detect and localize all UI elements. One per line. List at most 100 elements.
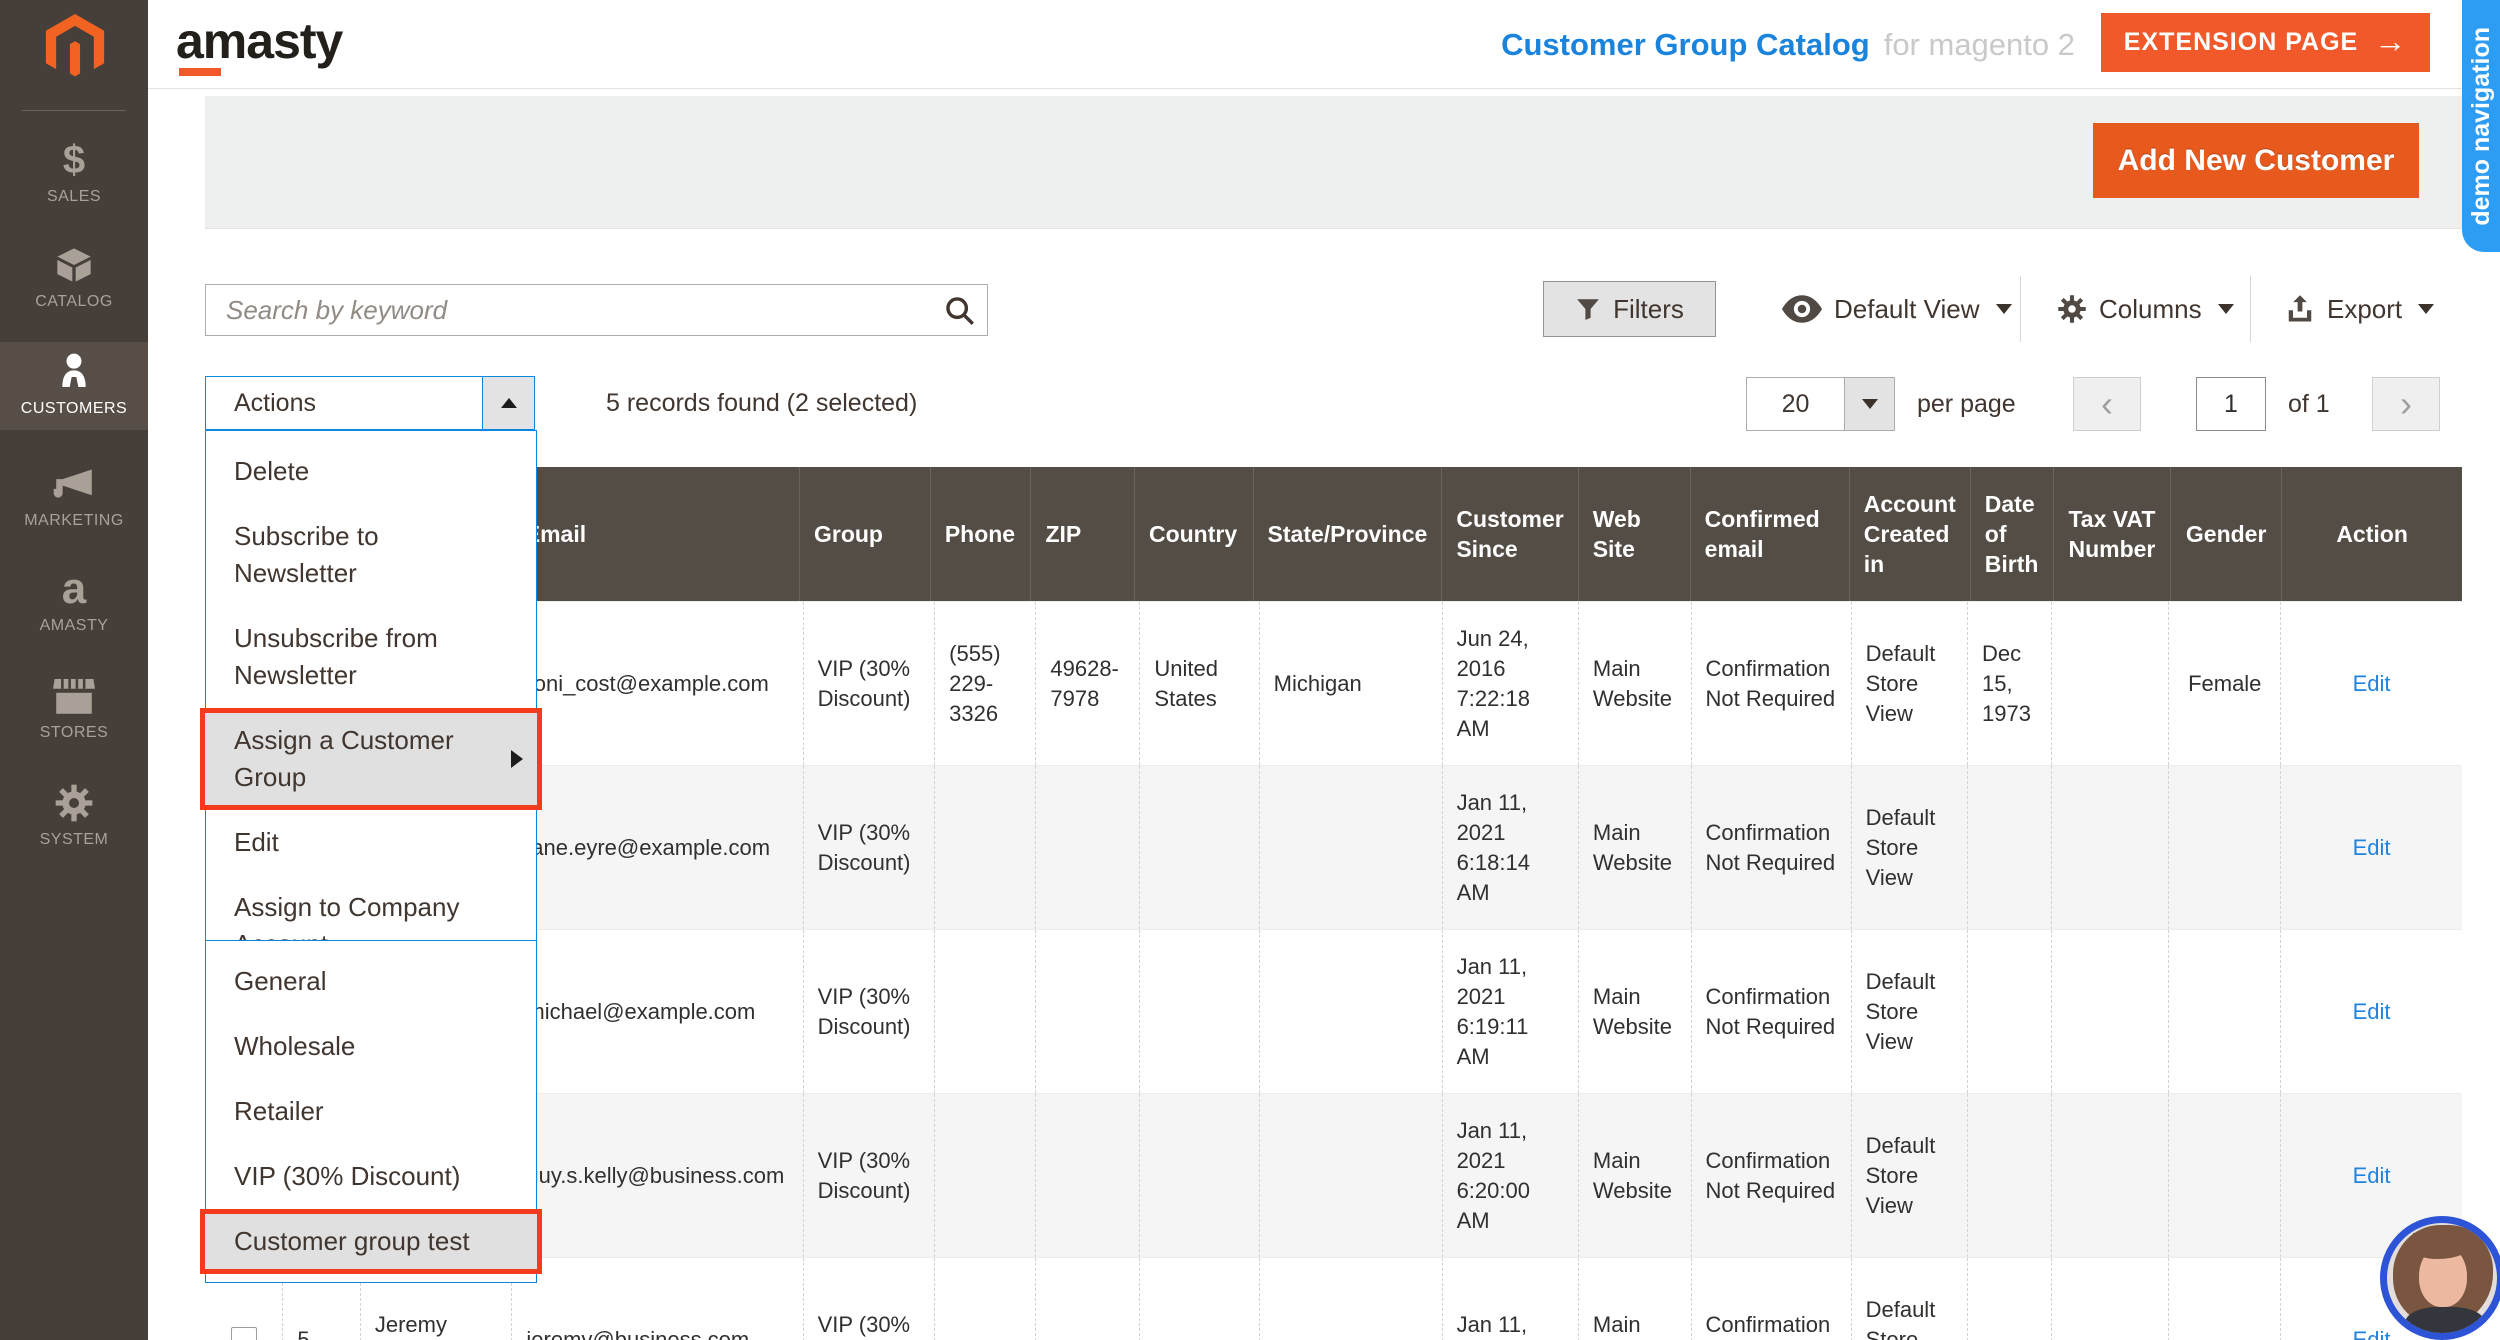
keyword-search	[205, 284, 988, 336]
actions-menu: Delete Subscribe to Newsletter Unsubscri…	[205, 430, 537, 986]
edit-link[interactable]: Edit	[2353, 669, 2391, 699]
amasty-logo-underline	[179, 68, 221, 76]
megaphone-icon	[0, 462, 148, 506]
sidebar-item-catalog[interactable]: CATALOG	[0, 233, 148, 311]
edit-link[interactable]: Edit	[2353, 997, 2391, 1027]
toolbar-divider	[2250, 276, 2251, 342]
header-country[interactable]: Country	[1134, 467, 1253, 601]
columns-selector[interactable]: Columns	[2057, 281, 2234, 337]
funnel-icon	[1575, 296, 1601, 322]
magento-logo-icon	[44, 14, 106, 80]
sidebar-item-label: AMASTY	[0, 617, 148, 635]
header-phone[interactable]: Phone	[930, 467, 1031, 601]
chevron-left-icon: ‹	[2101, 383, 2113, 425]
actions-caret-segment[interactable]	[482, 377, 534, 429]
sidebar-item-sales[interactable]: $ SALES	[0, 128, 148, 206]
submenu-arrow-icon	[511, 750, 523, 768]
actions-dropdown-toggle[interactable]: Actions	[205, 376, 535, 430]
submenu-item-general[interactable]: General	[206, 949, 536, 1014]
per-page-selector[interactable]: 20	[1746, 377, 1895, 431]
menu-item-assign-customer-group[interactable]: Assign a Customer Group	[200, 708, 542, 810]
eye-icon	[1782, 295, 1822, 323]
search-icon[interactable]	[943, 294, 977, 333]
amasty-icon: a	[0, 567, 148, 611]
sidebar-item-amasty[interactable]: a AMASTY	[0, 557, 148, 635]
table-row: roni_cost@example.com VIP (30% Discount)…	[205, 601, 2462, 765]
table-row: jane.eyre@example.com VIP (30% Discount)…	[205, 765, 2462, 929]
sidebar-item-label: CUSTOMERS	[0, 400, 148, 418]
header-web-site[interactable]: Web Site	[1578, 467, 1690, 601]
admin-sidebar: $ SALES CATALOG CUSTOMERS	[0, 0, 148, 1340]
gear-icon	[0, 781, 148, 825]
filters-button[interactable]: Filters	[1543, 281, 1716, 337]
arrow-right-icon: →	[2374, 23, 2407, 60]
header-gender[interactable]: Gender	[2170, 467, 2281, 601]
prev-page-button[interactable]: ‹	[2073, 377, 2141, 431]
sidebar-item-customers[interactable]: CUSTOMERS	[0, 342, 148, 430]
header-account-created-in[interactable]: Account Created in	[1849, 467, 1970, 601]
header-date-of-birth[interactable]: Date of Birth	[1970, 467, 2054, 601]
chat-widget-avatar[interactable]	[2380, 1216, 2500, 1340]
actions-label: Actions	[206, 377, 482, 429]
chevron-down-icon	[2218, 304, 2234, 314]
row-checkbox[interactable]	[231, 1327, 257, 1340]
cell-email: roni_cost@example.com	[511, 602, 802, 765]
sidebar-item-system[interactable]: SYSTEM	[0, 771, 148, 849]
demo-navigation-tab[interactable]: demo navigation	[2462, 0, 2500, 252]
page-title-main: Customer Group Catalog	[1501, 27, 1870, 63]
toolbar-divider	[2020, 276, 2021, 342]
menu-item-delete[interactable]: Delete	[206, 439, 536, 504]
topbar: amasty Customer Group Catalog for magent…	[148, 0, 2500, 89]
sidebar-item-marketing[interactable]: MARKETING	[0, 452, 148, 530]
dollar-icon: $	[0, 138, 148, 182]
submenu-item-customer-group-test[interactable]: Customer group test	[200, 1209, 542, 1274]
header-email[interactable]: Email	[510, 467, 799, 601]
magento-logo[interactable]	[0, 0, 148, 89]
add-new-customer-button[interactable]: Add New Customer	[2093, 123, 2419, 198]
menu-item-unsubscribe[interactable]: Unsubscribe from Newsletter	[206, 606, 536, 708]
cell-email: jeremy@business.com	[511, 1258, 802, 1340]
table-row: guy.s.kelly@business.com VIP (30% Discou…	[205, 1093, 2462, 1257]
chevron-right-icon: ›	[2400, 383, 2412, 425]
header-zip[interactable]: ZIP	[1030, 467, 1133, 601]
amasty-logo[interactable]: amasty	[176, 12, 342, 70]
sidebar-item-label: MARKETING	[0, 512, 148, 530]
export-icon	[2285, 294, 2315, 324]
person-icon	[0, 350, 148, 394]
menu-item-subscribe[interactable]: Subscribe to Newsletter	[206, 504, 536, 606]
header-confirmed-email[interactable]: Confirmed email	[1690, 467, 1849, 601]
chevron-up-icon	[501, 398, 517, 408]
avatar-body	[2405, 1307, 2485, 1340]
extension-page-button[interactable]: EXTENSION PAGE →	[2101, 13, 2430, 72]
sidebar-item-stores[interactable]: STORES	[0, 664, 148, 742]
submenu-item-vip[interactable]: VIP (30% Discount)	[206, 1144, 536, 1209]
sidebar-divider	[22, 110, 126, 111]
header-tax-vat[interactable]: Tax VAT Number	[2053, 467, 2170, 601]
chevron-down-icon	[1996, 304, 2012, 314]
page-header-band: Add New Customer	[205, 96, 2462, 229]
menu-item-edit[interactable]: Edit	[206, 810, 536, 875]
submenu-item-retailer[interactable]: Retailer	[206, 1079, 536, 1144]
gear-icon	[2057, 294, 2087, 324]
header-group[interactable]: Group	[799, 467, 930, 601]
edit-link[interactable]: Edit	[2353, 1161, 2391, 1191]
next-page-button[interactable]: ›	[2372, 377, 2440, 431]
header-state[interactable]: State/Province	[1253, 467, 1442, 601]
box-icon	[0, 243, 148, 287]
header-action: Action	[2281, 467, 2462, 601]
page-number-input[interactable]	[2196, 377, 2266, 431]
per-page-caret-segment[interactable]	[1844, 378, 1894, 430]
store-icon	[0, 674, 148, 718]
chevron-down-icon	[1862, 399, 1878, 409]
records-summary: 5 records found (2 selected)	[606, 376, 917, 430]
search-input[interactable]	[226, 285, 916, 335]
edit-link[interactable]: Edit	[2353, 1325, 2391, 1340]
edit-link[interactable]: Edit	[2353, 833, 2391, 863]
header-customer-since[interactable]: Customer Since	[1441, 467, 1577, 601]
sidebar-item-label: CATALOG	[0, 293, 148, 311]
view-selector[interactable]: Default View	[1782, 281, 2012, 337]
submenu-item-wholesale[interactable]: Wholesale	[206, 1014, 536, 1079]
customer-group-submenu: General Wholesale Retailer VIP (30% Disc…	[205, 940, 537, 1283]
export-control[interactable]: Export	[2285, 281, 2434, 337]
sidebar-item-label: SYSTEM	[0, 831, 148, 849]
